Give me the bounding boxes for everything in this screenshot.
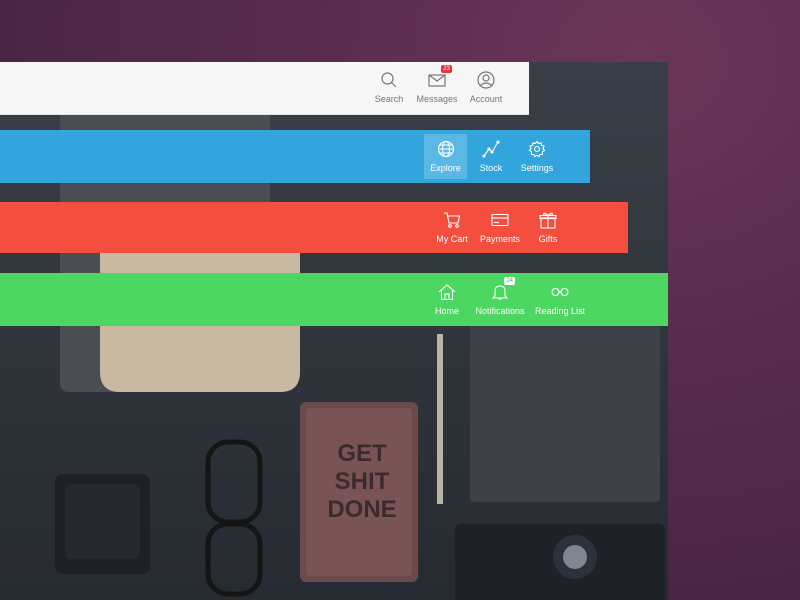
nav-label: Account [469, 94, 503, 104]
nav-label: Notifications [475, 305, 525, 316]
nav-label: Explore [430, 162, 461, 173]
notebook-text: GET SHIT DONE [322, 440, 402, 524]
nav-item-settings[interactable]: Settings [516, 130, 558, 183]
nav-item-account[interactable]: Account [466, 62, 506, 114]
nav-label: Stock [479, 162, 503, 173]
notebook-text-line: DONE [327, 496, 397, 523]
nav-label: Messages [416, 94, 458, 104]
user-icon [477, 71, 495, 89]
notebook-text-line: SHIT [334, 468, 390, 495]
nav-label: Payments [479, 233, 521, 244]
notebook-text-line: GET [337, 440, 387, 467]
nav-label: Reading List [534, 305, 586, 316]
nav-item-gifts[interactable]: Gifts [530, 202, 566, 253]
envelope-icon: 23 [428, 65, 452, 89]
cart-icon [443, 211, 461, 229]
blue-nav-bar: Explore Stock Settings [0, 130, 590, 183]
gift-icon [539, 211, 557, 229]
notification-count-badge: 24 [504, 276, 515, 285]
nav-label: Home [434, 305, 459, 316]
nav-item-notifications[interactable]: 24 Notifications [472, 273, 528, 326]
nav-item-explore[interactable]: Explore [424, 134, 467, 179]
home-icon [438, 283, 456, 301]
nav-item-reading-list[interactable]: Reading List [532, 273, 588, 326]
nav-label: Gifts [538, 233, 558, 244]
nav-label: My Cart [436, 233, 468, 244]
line-chart-icon [482, 139, 500, 158]
search-icon [380, 71, 398, 89]
nav-item-messages[interactable]: 23 Messages [414, 62, 460, 114]
credit-card-icon [491, 211, 509, 229]
nav-item-home[interactable]: Home [430, 273, 464, 326]
message-count-badge: 23 [441, 65, 452, 73]
nav-item-my-cart[interactable]: My Cart [432, 202, 472, 253]
nav-label: Settings [520, 162, 554, 173]
green-nav-bar: Home 24 Notifications Reading List [0, 273, 668, 326]
white-nav-bar: Search 23 Messages Account [0, 62, 529, 115]
globe-icon [437, 140, 455, 158]
gear-icon [528, 140, 546, 158]
nav-item-stock[interactable]: Stock [474, 130, 508, 183]
glasses-icon [551, 283, 569, 301]
nav-label: Search [374, 94, 404, 104]
red-nav-bar: My Cart Payments Gifts [0, 202, 628, 253]
nav-item-search[interactable]: Search [370, 62, 408, 114]
bell-icon: 24 [491, 276, 515, 301]
nav-item-payments[interactable]: Payments [478, 202, 522, 253]
